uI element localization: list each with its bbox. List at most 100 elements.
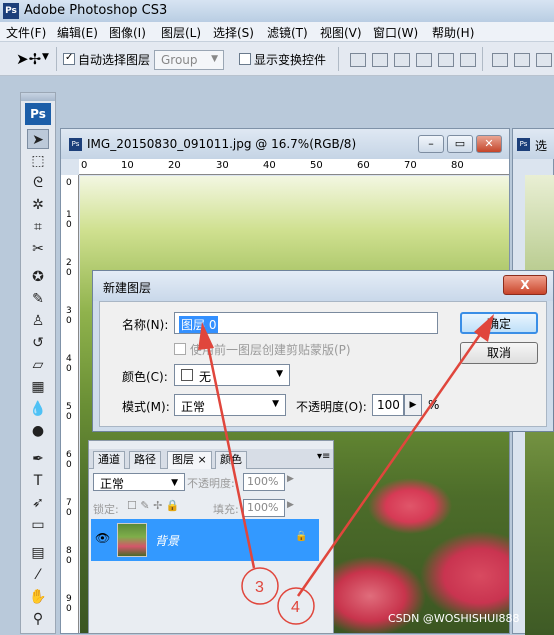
- minimize-button[interactable]: –: [418, 135, 444, 153]
- fill-field[interactable]: 100%: [243, 499, 285, 517]
- clip-mask-checkbox[interactable]: [174, 343, 186, 355]
- separator: [482, 47, 483, 71]
- layer-row-background[interactable]: 👁 背景 🔒: [91, 519, 319, 561]
- ruler-tick: 2: [66, 258, 72, 268]
- opacity-unit: %: [428, 398, 440, 412]
- ok-button[interactable]: 确定: [460, 312, 538, 334]
- blend-mode-select[interactable]: 正常 ▼: [93, 473, 185, 491]
- ruler-tick: 7: [66, 498, 72, 508]
- ruler-tick: 0: [66, 460, 72, 470]
- new-layer-dialog: 新建图层 X 名称(N): 图层 0 使用前一图层创建剪贴蒙版(P) 颜色(C)…: [92, 270, 554, 432]
- ruler-top[interactable]: 0 10 20 30 40 50 60 70 80: [79, 159, 509, 175]
- eye-icon[interactable]: 👁: [95, 531, 110, 545]
- layer-name-value: 图层 0: [179, 316, 219, 333]
- panel-menu-icon[interactable]: ▾≡: [317, 451, 330, 462]
- tab-layers[interactable]: 图层 ×: [167, 451, 212, 469]
- align-hcenter-icon[interactable]: [438, 53, 454, 67]
- pen-tool-icon[interactable]: ✒: [27, 449, 49, 469]
- marquee-tool-icon[interactable]: ⬚: [27, 151, 49, 171]
- color-select[interactable]: 无 ▼: [174, 364, 290, 386]
- close-button[interactable]: ✕: [476, 135, 502, 153]
- mode-select[interactable]: 正常 ▼: [174, 394, 286, 416]
- ps-logo: Ps: [25, 103, 51, 125]
- menu-layer[interactable]: 图层(L): [161, 24, 201, 41]
- lock-icons[interactable]: ☐ ✎ ✢ 🔒: [127, 499, 179, 512]
- type-tool-icon[interactable]: T: [27, 471, 49, 491]
- auto-select-group-dropdown[interactable]: Group ▼: [154, 50, 224, 70]
- path-selection-icon[interactable]: ➶: [27, 493, 49, 513]
- app-logo-icon: Ps: [3, 3, 19, 19]
- opacity-input[interactable]: 100: [372, 394, 404, 416]
- ruler-tick: 0: [66, 364, 72, 374]
- menu-image[interactable]: 图像(I): [109, 24, 146, 41]
- align-bottom-icon[interactable]: [394, 53, 410, 67]
- lock-icon: 🔒: [295, 531, 308, 542]
- ruler-tick: 0: [66, 604, 72, 614]
- brush-tool-icon[interactable]: ✎: [27, 289, 49, 309]
- maximize-button[interactable]: ▭: [447, 135, 473, 153]
- chevron-down-icon: ▼: [171, 478, 178, 488]
- chevron-right-icon[interactable]: ▶: [287, 474, 294, 484]
- dodge-tool-icon[interactable]: ●: [27, 421, 49, 441]
- chevron-right-icon[interactable]: ▶: [404, 394, 422, 416]
- group-value: Group: [161, 53, 198, 67]
- align-top-icon[interactable]: [350, 53, 366, 67]
- tab-channels[interactable]: 通道: [93, 451, 125, 469]
- clone-stamp-icon[interactable]: ♙: [27, 311, 49, 331]
- move-tool-icon[interactable]: ➤✢: [16, 50, 41, 68]
- show-transform-checkbox[interactable]: [239, 53, 251, 65]
- healing-brush-icon[interactable]: ✪: [27, 267, 49, 287]
- ruler-tick: 80: [451, 160, 464, 171]
- slice-tool-icon[interactable]: ✂: [27, 239, 49, 259]
- dialog-close-button[interactable]: X: [503, 275, 547, 295]
- align-left-icon[interactable]: [416, 53, 432, 67]
- second-document-titlebar[interactable]: Ps 选: [513, 129, 554, 159]
- ruler-tick: 1: [66, 210, 72, 220]
- layer-name-input[interactable]: 图层 0: [174, 312, 438, 334]
- menu-select[interactable]: 选择(S): [213, 24, 254, 41]
- menu-filter[interactable]: 滤镜(T): [267, 24, 308, 41]
- document-titlebar[interactable]: Ps IMG_20150830_091011.jpg @ 16.7%(RGB/8…: [61, 129, 509, 159]
- ruler-tick: 30: [216, 160, 229, 171]
- options-bar: ➤✢ ▼ 自动选择图层 Group ▼ 显示变换控件: [0, 42, 554, 76]
- tab-paths[interactable]: 路径: [129, 451, 161, 469]
- crop-tool-icon[interactable]: ⌗: [27, 217, 49, 237]
- eraser-tool-icon[interactable]: ▱: [27, 355, 49, 375]
- menu-file[interactable]: 文件(F): [6, 24, 46, 41]
- blur-tool-icon[interactable]: 💧: [27, 399, 49, 419]
- menu-edit[interactable]: 编辑(E): [57, 24, 98, 41]
- chevron-right-icon[interactable]: ▶: [287, 500, 294, 510]
- hand-tool-icon[interactable]: ✋: [27, 587, 49, 607]
- ruler-left[interactable]: 0 1 0 2 0 3 0 4 0 5 0 6 0 7 0 8 0 9 0: [61, 175, 79, 633]
- history-brush-icon[interactable]: ↺: [27, 333, 49, 353]
- ruler-tick: 0: [66, 508, 72, 518]
- dialog-titlebar[interactable]: 新建图层 X: [93, 271, 553, 301]
- chevron-down-icon[interactable]: ▼: [42, 52, 49, 62]
- distribute-bottom-icon[interactable]: [536, 53, 552, 67]
- watermark: CSDN @WOSHISHUI888: [388, 612, 520, 625]
- tab-color[interactable]: 颜色: [215, 451, 247, 469]
- align-right-icon[interactable]: [460, 53, 476, 67]
- lasso-tool-icon[interactable]: ᘓ: [27, 173, 49, 193]
- notes-tool-icon[interactable]: ▤: [27, 543, 49, 563]
- shape-tool-icon[interactable]: ▭: [27, 515, 49, 535]
- ps-doc-icon: Ps: [517, 138, 530, 151]
- align-vcenter-icon[interactable]: [372, 53, 388, 67]
- dialog-body: 名称(N): 图层 0 使用前一图层创建剪贴蒙版(P) 颜色(C): 无 ▼ 模…: [99, 301, 547, 427]
- magic-wand-icon[interactable]: ✲: [27, 195, 49, 215]
- layer-opacity-field[interactable]: 100%: [243, 473, 285, 491]
- lock-label: 锁定:: [93, 503, 119, 516]
- menu-view[interactable]: 视图(V): [320, 24, 362, 41]
- ruler-tick: 0: [66, 220, 72, 230]
- eyedropper-icon[interactable]: ⁄: [27, 565, 49, 585]
- move-tool-icon[interactable]: ➤: [27, 129, 49, 149]
- toolbox-header[interactable]: [21, 93, 55, 101]
- menu-window[interactable]: 窗口(W): [373, 24, 418, 41]
- zoom-tool-icon[interactable]: ⚲: [27, 609, 49, 629]
- distribute-vcenter-icon[interactable]: [514, 53, 530, 67]
- auto-select-checkbox[interactable]: [63, 52, 75, 65]
- gradient-tool-icon[interactable]: ▦: [27, 377, 49, 397]
- cancel-button[interactable]: 取消: [460, 342, 538, 364]
- menu-help[interactable]: 帮助(H): [432, 24, 474, 41]
- distribute-top-icon[interactable]: [492, 53, 508, 67]
